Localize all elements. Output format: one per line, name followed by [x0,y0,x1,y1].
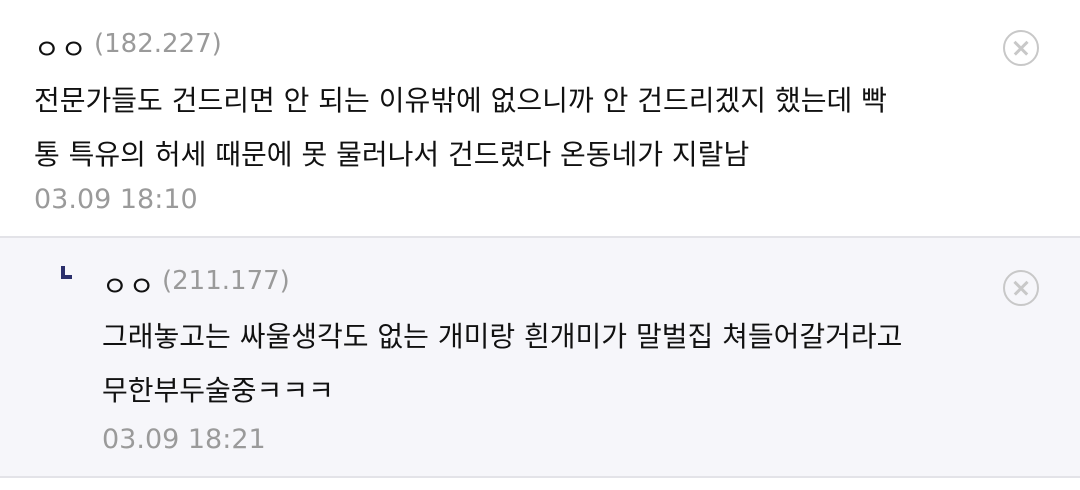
comment-date: 03.09 18:10 [34,184,198,215]
comment-nickname[interactable]: ㅇㅇ [34,28,88,68]
comment-date: 03.09 18:21 [102,424,266,455]
close-icon[interactable] [1003,30,1039,66]
comment-text-line: 전문가들도 건드리면 안 되는 이유밖에 없으니까 안 건드리겠지 했는데 빡 [34,84,887,117]
comment-text-line: 무한부두술중ㅋㅋㅋ [102,374,334,407]
reply-arrow-icon [61,266,72,279]
comment-nickname[interactable]: ㅇㅇ [102,265,156,305]
comment: ㅇㅇ (182.227) 전문가들도 건드리면 안 되는 이유밖에 없으니까 안… [0,0,1080,238]
comment-text-line: 통 특유의 허세 때문에 못 물러나서 건드렸다 온동네가 지랄남 [34,138,750,171]
reply-comment: ㅇㅇ (211.177) 그래놓고는 싸울생각도 없는 개미랑 흰개미가 말벌집… [0,238,1080,478]
comment-text-line: 그래놓고는 싸울생각도 없는 개미랑 흰개미가 말벌집 쳐들어갈거라고 [102,320,903,353]
comment-ip: (182.227) [94,29,222,59]
comment-text: 전문가들도 건드리면 안 되는 이유밖에 없으니까 안 건드리겠지 했는데 빡 … [34,74,887,182]
comment-ip: (211.177) [162,266,290,296]
close-icon[interactable] [1003,270,1039,306]
comment-text: 그래놓고는 싸울생각도 없는 개미랑 흰개미가 말벌집 쳐들어갈거라고 무한부두… [102,310,902,418]
